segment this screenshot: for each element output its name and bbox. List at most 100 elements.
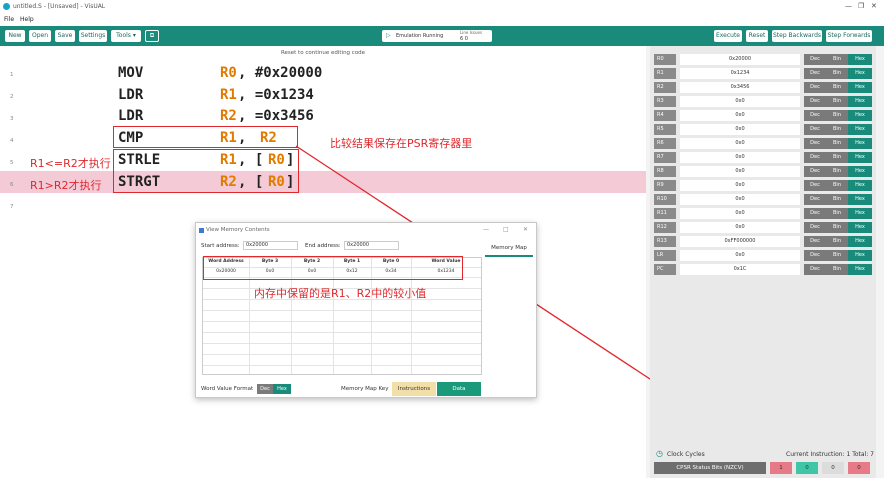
register-bin-button[interactable]: Bin (826, 222, 848, 233)
register-hex-button[interactable]: Hex (848, 194, 872, 205)
flag-c: 0 (822, 462, 844, 474)
register-hex-button[interactable]: Hex (848, 82, 872, 93)
register-name: R5 (654, 124, 676, 135)
register-bin-button[interactable]: Bin (826, 68, 848, 79)
flag-z: 0 (796, 462, 818, 474)
register-bin-button[interactable]: Bin (826, 152, 848, 163)
register-name: R3 (654, 96, 676, 107)
register-row: R4 0x0 Dec Bin Hex (654, 110, 872, 121)
register-dec-button[interactable]: Dec (804, 124, 826, 135)
memory-map-key-label: Memory Map Key (341, 386, 389, 392)
register-dec-button[interactable]: Dec (804, 236, 826, 247)
register-dec-button[interactable]: Dec (804, 222, 826, 233)
register-hex-button[interactable]: Hex (848, 236, 872, 247)
tab-memory-map[interactable]: Memory Map (485, 241, 533, 257)
register-dec-button[interactable]: Dec (804, 54, 826, 65)
register-bin-button[interactable]: Bin (826, 54, 848, 65)
key-data: Data (437, 382, 481, 396)
register-name: R0 (654, 54, 676, 65)
register-hex-button[interactable]: Hex (848, 124, 872, 135)
register-dec-button[interactable]: Dec (804, 138, 826, 149)
register-hex-button[interactable]: Hex (848, 152, 872, 163)
register-row: R10 0x0 Dec Bin Hex (654, 194, 872, 205)
register-hex-button[interactable]: Hex (848, 138, 872, 149)
memory-dialog[interactable]: View Memory Contents — □ ✕ Start address… (195, 222, 537, 398)
register-dec-button[interactable]: Dec (804, 166, 826, 177)
minimize-icon[interactable]: — (483, 226, 489, 233)
start-address-label: Start address: (201, 243, 240, 249)
register-hex-button[interactable]: Hex (848, 222, 872, 233)
register-hex-button[interactable]: Hex (848, 54, 872, 65)
register-row: R6 0x0 Dec Bin Hex (654, 138, 872, 149)
register-hex-button[interactable]: Hex (848, 96, 872, 107)
grid-line (203, 321, 481, 322)
register-value: 0x0 (680, 110, 800, 121)
register-value: 0xFF000000 (680, 236, 800, 247)
register-bin-button[interactable]: Bin (826, 124, 848, 135)
register-row: R0 0x20000 Dec Bin Hex (654, 54, 872, 65)
register-dec-button[interactable]: Dec (804, 110, 826, 121)
register-value: 0x20000 (680, 54, 800, 65)
grid-line (203, 365, 481, 366)
register-dec-button[interactable]: Dec (804, 68, 826, 79)
register-name: R13 (654, 236, 676, 247)
register-value: 0x1234 (680, 68, 800, 79)
register-bin-button[interactable]: Bin (826, 166, 848, 177)
register-name: R11 (654, 208, 676, 219)
cpsr-label: CPSR Status Bits (NZCV) (654, 462, 766, 474)
register-row: R9 0x0 Dec Bin Hex (654, 180, 872, 191)
register-dec-button[interactable]: Dec (804, 208, 826, 219)
register-name: R1 (654, 68, 676, 79)
register-bin-button[interactable]: Bin (826, 180, 848, 191)
register-bin-button[interactable]: Bin (826, 236, 848, 247)
grid-line (203, 343, 481, 344)
register-hex-button[interactable]: Hex (848, 110, 872, 121)
register-hex-button[interactable]: Hex (848, 264, 872, 275)
register-hex-button[interactable]: Hex (848, 166, 872, 177)
register-hex-button[interactable]: Hex (848, 250, 872, 261)
start-address-input[interactable]: 0x20000 (243, 241, 298, 250)
end-address-label: End address: (305, 243, 341, 249)
register-hex-button[interactable]: Hex (848, 208, 872, 219)
register-row: R2 0x3456 Dec Bin Hex (654, 82, 872, 93)
register-dec-button[interactable]: Dec (804, 250, 826, 261)
register-name: R12 (654, 222, 676, 233)
clock-cycles-bar: ◷ Clock Cycles Current Instruction: 1 To… (650, 448, 876, 462)
register-bin-button[interactable]: Bin (826, 208, 848, 219)
end-address-input[interactable]: 0x20000 (344, 241, 399, 250)
format-dec-toggle[interactable]: Dec (257, 384, 273, 394)
register-dec-button[interactable]: Dec (804, 82, 826, 93)
register-row: R11 0x0 Dec Bin Hex (654, 208, 872, 219)
register-name: R2 (654, 82, 676, 93)
register-bin-button[interactable]: Bin (826, 110, 848, 121)
register-dec-button[interactable]: Dec (804, 264, 826, 275)
register-bin-button[interactable]: Bin (826, 264, 848, 275)
register-bin-button[interactable]: Bin (826, 250, 848, 261)
register-name: R8 (654, 166, 676, 177)
maximize-icon[interactable]: □ (503, 226, 509, 233)
register-dec-button[interactable]: Dec (804, 180, 826, 191)
register-dec-button[interactable]: Dec (804, 152, 826, 163)
format-hex-toggle[interactable]: Hex (273, 384, 291, 394)
grid-line (203, 332, 481, 333)
register-bin-button[interactable]: Bin (826, 138, 848, 149)
register-name: R10 (654, 194, 676, 205)
register-name: R4 (654, 110, 676, 121)
word-format-label: Word Value Format (201, 386, 254, 392)
flag-v: 0 (848, 462, 870, 474)
clock-cycles-label[interactable]: Clock Cycles (667, 451, 705, 458)
key-instructions: Instructions (392, 382, 436, 396)
grid-line (203, 354, 481, 355)
memory-annotation: 内存中保留的是R1、R2中的较小值 (254, 287, 427, 300)
register-dec-button[interactable]: Dec (804, 96, 826, 107)
close-icon[interactable]: ✕ (523, 226, 528, 233)
register-dec-button[interactable]: Dec (804, 194, 826, 205)
register-bin-button[interactable]: Bin (826, 194, 848, 205)
register-panel: R0 0x20000 Dec Bin Hex R1 0x1234 Dec Bin Hex R2 0x3… (650, 46, 876, 478)
register-bin-button[interactable]: Bin (826, 82, 848, 93)
register-bin-button[interactable]: Bin (826, 96, 848, 107)
register-row: R8 0x0 Dec Bin Hex (654, 166, 872, 177)
grid-line (203, 310, 481, 311)
register-hex-button[interactable]: Hex (848, 68, 872, 79)
register-hex-button[interactable]: Hex (848, 180, 872, 191)
